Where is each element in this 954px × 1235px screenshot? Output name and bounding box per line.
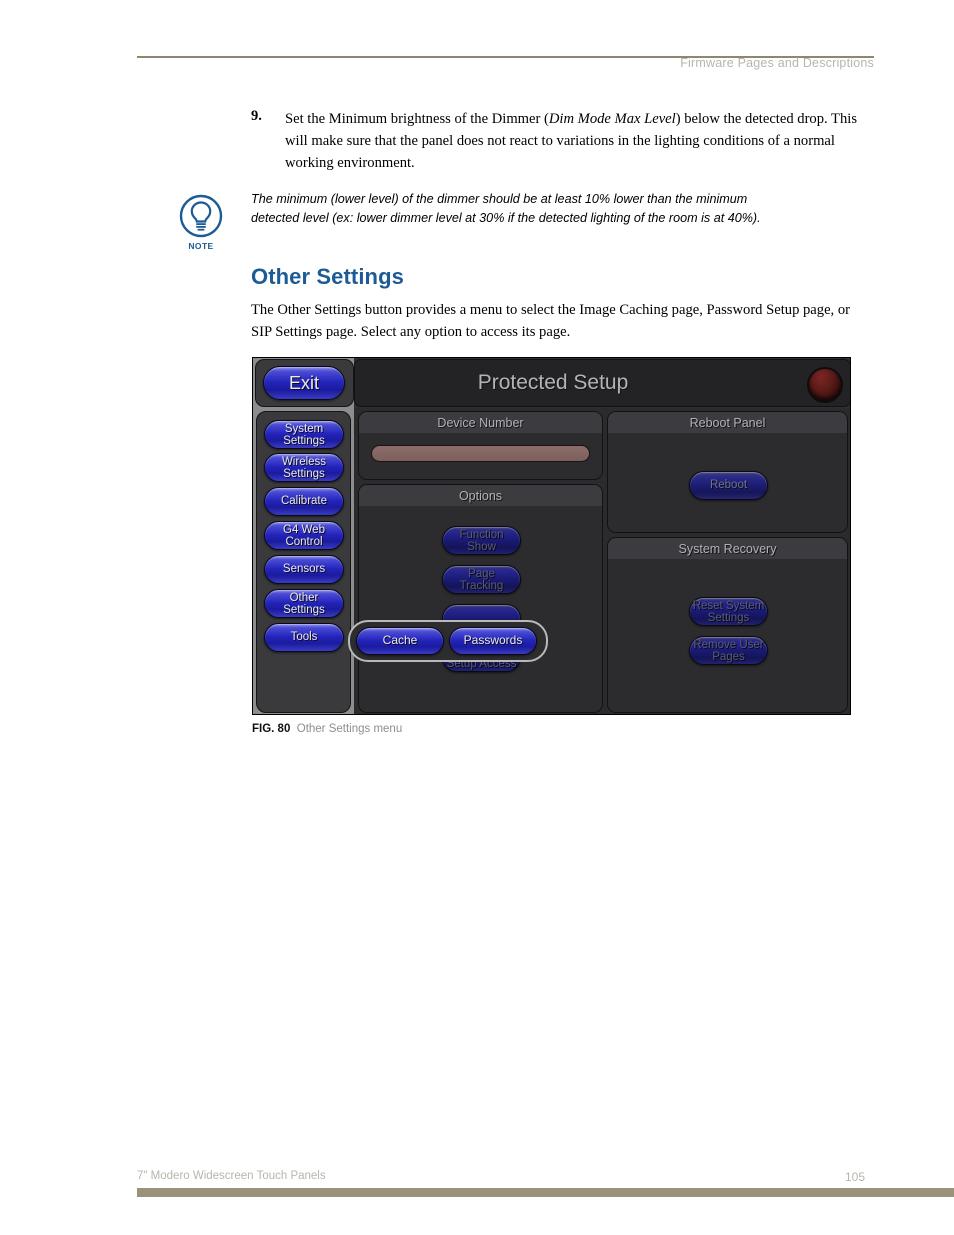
sidebar-label-line1: Tools bbox=[290, 631, 318, 644]
step-number: 9. bbox=[251, 108, 262, 124]
sidebar-label-line1: System bbox=[284, 423, 324, 435]
sidebar-label-line2: Settings bbox=[283, 604, 325, 616]
group-title-reboot-panel: Reboot Panel bbox=[608, 412, 847, 433]
group-title-options: Options bbox=[359, 485, 602, 506]
popup-button-cache[interactable]: Cache bbox=[356, 627, 444, 655]
figure-caption-text: Other Settings menu bbox=[296, 723, 403, 735]
sidebar-label-line2: Settings bbox=[283, 435, 325, 447]
note-icon: NOTE bbox=[177, 194, 225, 256]
group-body-reboot-panel: Reboot bbox=[608, 433, 847, 532]
button-label-line2: Pages bbox=[712, 651, 745, 663]
group-options: Options Function Show Page Tracking Fron… bbox=[358, 484, 603, 713]
reset-system-settings-button[interactable]: Reset System Settings bbox=[689, 597, 768, 626]
footer-left-text: 7" Modero Widescreen Touch Panels bbox=[137, 1170, 326, 1182]
popup-button-passwords[interactable]: Passwords bbox=[449, 627, 537, 655]
sidebar-item-g4-web-control[interactable]: G4 Web Control bbox=[264, 521, 344, 550]
button-label-line1: Remove User bbox=[693, 639, 764, 651]
figure-caption: FIG. 80 Other Settings menu bbox=[252, 723, 402, 735]
running-head: Firmware Pages and Descriptions bbox=[680, 56, 874, 70]
panel-main-area: Device Number Options Function Show Page… bbox=[354, 408, 850, 714]
step-text: Set the Minimum brightness of the Dimmer… bbox=[285, 108, 863, 175]
group-body-system-recovery: Reset System Settings Remove User Pages bbox=[608, 559, 847, 712]
button-label-line1: Reboot bbox=[709, 479, 748, 492]
sidebar-item-wireless-settings[interactable]: Wireless Settings bbox=[264, 453, 344, 482]
section-heading: Other Settings bbox=[251, 264, 404, 289]
button-label-line2: Tracking bbox=[459, 580, 504, 592]
sidebar-label-line1: Calibrate bbox=[280, 495, 328, 508]
lightbulb-icon bbox=[179, 194, 223, 238]
step-text-italic: Dim Mode Max Level bbox=[548, 111, 676, 127]
options-button-function-show[interactable]: Function Show bbox=[442, 526, 521, 555]
panel-top-bar: Exit Protected Setup bbox=[253, 358, 850, 408]
sidebar-label-line1: Wireless bbox=[281, 456, 327, 468]
group-reboot-panel: Reboot Panel Reboot bbox=[607, 411, 848, 533]
group-body-device-number bbox=[359, 433, 602, 479]
power-indicator-icon bbox=[807, 367, 843, 403]
sidebar-label-line1: G4 Web bbox=[283, 524, 325, 536]
group-device-number: Device Number bbox=[358, 411, 603, 480]
sidebar-label-line1: Other bbox=[289, 592, 319, 604]
button-label-line1: Reset System bbox=[692, 600, 765, 612]
footer-page-number: 105 bbox=[845, 1170, 866, 1184]
group-system-recovery: System Recovery Reset System Settings Re… bbox=[607, 537, 848, 713]
document-page: Firmware Pages and Descriptions 9. Set t… bbox=[0, 0, 954, 1235]
button-label-line2: Show bbox=[467, 541, 496, 553]
footer-rule bbox=[137, 1188, 954, 1197]
step-text-part1: Set the Minimum brightness of the Dimmer… bbox=[285, 111, 549, 127]
sidebar-item-other-settings[interactable]: Other Settings bbox=[264, 589, 344, 618]
exit-button[interactable]: Exit bbox=[263, 366, 345, 400]
note-text: The minimum (lower level) of the dimmer … bbox=[251, 192, 761, 226]
button-label-line1: Page bbox=[468, 568, 495, 580]
sidebar-label-line1: Sensors bbox=[282, 563, 326, 576]
panel-sidebar: System Settings Wireless Settings Calibr… bbox=[253, 408, 354, 714]
sidebar-label-line2: Settings bbox=[283, 468, 325, 480]
group-title-device-number: Device Number bbox=[359, 412, 602, 433]
button-label-line2: Settings bbox=[707, 612, 750, 624]
sidebar-item-system-settings[interactable]: System Settings bbox=[264, 420, 344, 449]
reboot-button[interactable]: Reboot bbox=[689, 471, 768, 500]
other-settings-popup: Cache Passwords bbox=[348, 620, 548, 662]
remove-user-pages-button[interactable]: Remove User Pages bbox=[689, 636, 768, 665]
button-label-line1: Function bbox=[459, 529, 504, 541]
group-title-system-recovery: System Recovery bbox=[608, 538, 847, 559]
panel-title: Protected Setup bbox=[477, 371, 629, 394]
sidebar-item-sensors[interactable]: Sensors bbox=[264, 555, 344, 584]
touch-panel-screenshot: Exit Protected Setup System Settings Wir… bbox=[252, 357, 851, 715]
section-paragraph: The Other Settings button provides a men… bbox=[251, 302, 851, 341]
numbered-step: 9. Set the Minimum brightness of the Dim… bbox=[251, 108, 863, 175]
note-icon-label: NOTE bbox=[188, 241, 214, 251]
sidebar-item-tools[interactable]: Tools bbox=[264, 623, 344, 652]
group-body-options: Function Show Page Tracking Front Button… bbox=[359, 506, 602, 712]
sidebar-item-calibrate[interactable]: Calibrate bbox=[264, 487, 344, 516]
device-number-input[interactable] bbox=[371, 445, 590, 462]
sidebar-label-line2: Control bbox=[285, 536, 323, 548]
options-button-page-tracking[interactable]: Page Tracking bbox=[442, 565, 521, 594]
figure-number: FIG. 80 bbox=[252, 723, 291, 735]
